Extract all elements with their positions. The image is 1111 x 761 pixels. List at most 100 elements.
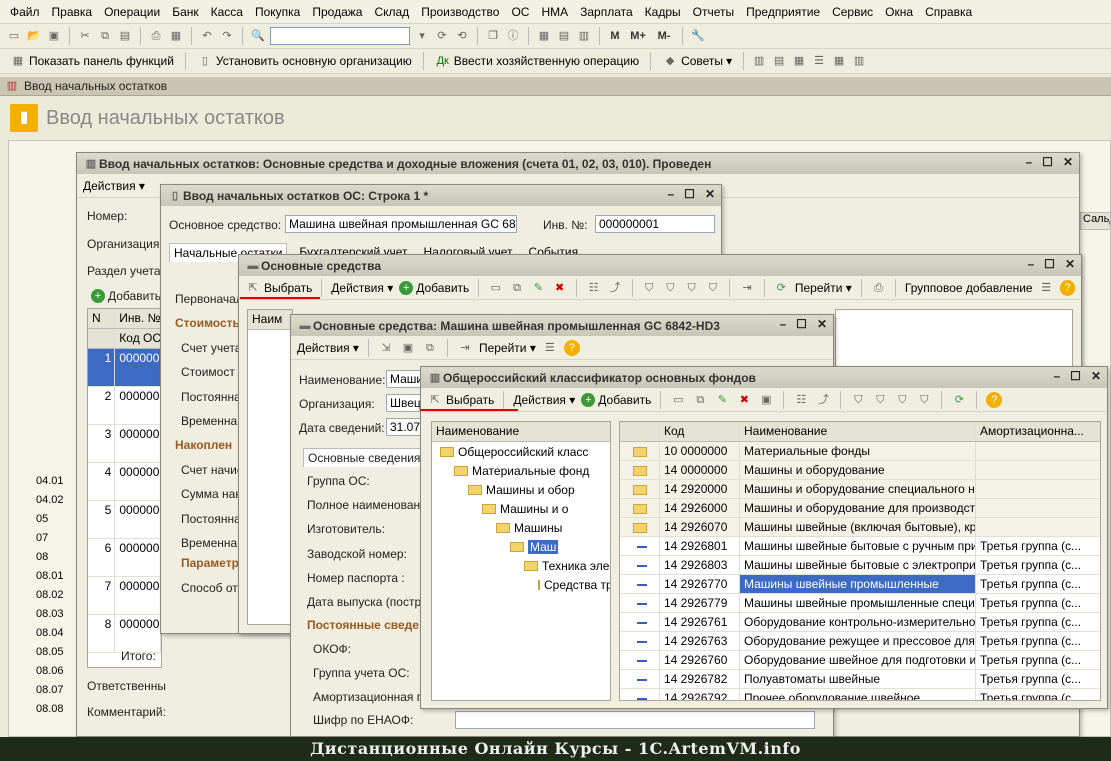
menu-item[interactable]: Сервис (826, 5, 879, 19)
minimize-icon[interactable]: – (779, 317, 786, 331)
redo-icon[interactable]: ↷ (219, 28, 235, 44)
name-field[interactable]: Маши (386, 370, 422, 388)
list-icon[interactable]: ☰ (811, 53, 827, 69)
table-row[interactable]: 14 2926803 Машины швейные бытовые с элект… (620, 556, 1100, 575)
memory-m-icon[interactable]: M (607, 28, 623, 44)
menu-item[interactable]: Склад (368, 5, 415, 19)
calculator-icon[interactable]: ▦ (536, 28, 552, 44)
table-icon[interactable]: ▦ (791, 53, 807, 69)
info-icon[interactable]: ⓘ (505, 28, 521, 44)
close-icon[interactable]: ✕ (817, 317, 827, 331)
search-input[interactable] (270, 27, 410, 45)
go-menu[interactable]: Перейти ▾ (795, 281, 852, 295)
print-icon[interactable]: ⎙ (148, 28, 164, 44)
undo-icon[interactable]: ↶ (199, 28, 215, 44)
maximize-icon[interactable]: ☐ (1070, 369, 1081, 383)
save-icon[interactable]: ▣ (758, 392, 774, 408)
windows-icon[interactable]: ❐ (485, 28, 501, 44)
menu-item[interactable]: Кадры (639, 5, 687, 19)
table-row[interactable]: 3 000000 (88, 425, 161, 463)
menu-item[interactable]: Банк (166, 5, 204, 19)
find-next-icon[interactable]: ⟳ (434, 28, 450, 44)
minimize-icon[interactable]: – (667, 187, 674, 201)
up-level-icon[interactable]: ⤴ (815, 392, 831, 408)
table-row[interactable]: 14 2926763 Оборудование режущее и прессов… (620, 632, 1100, 651)
date-field[interactable]: 31.07. (386, 418, 422, 436)
table-row[interactable]: 7 000000 (88, 577, 161, 615)
go-menu[interactable]: Перейти ▾ (479, 341, 536, 355)
search-icon[interactable]: 🔍 (250, 28, 266, 44)
cut-icon[interactable]: ✂ (77, 28, 93, 44)
tips-button[interactable]: ◆ Советы ▾ (658, 53, 736, 69)
hierarchy-icon[interactable]: ☷ (586, 280, 601, 296)
select-button[interactable]: ⇱ Выбрать (427, 392, 494, 408)
minimize-icon[interactable]: – (1053, 369, 1060, 383)
minimize-icon[interactable]: – (1027, 257, 1034, 271)
table-row[interactable]: 14 2926760 Оборудование швейное для подго… (620, 651, 1100, 670)
group-add-button[interactable]: Групповое добавление (905, 281, 1033, 295)
enter-operation-button[interactable]: Дк Ввести хозяйственную операцию (431, 53, 643, 69)
tree-item[interactable]: Машины и о (432, 499, 610, 518)
actions-menu[interactable]: Действия ▾ (331, 281, 393, 295)
close-icon[interactable]: ✕ (1065, 257, 1075, 271)
table-row[interactable]: 14 2926792 Прочее оборудование швейное...… (620, 689, 1100, 700)
tab-basic[interactable]: Основные сведения (303, 448, 426, 467)
filter-off-icon[interactable]: ⛉ (705, 280, 720, 296)
move-icon[interactable]: ⇥ (457, 340, 473, 356)
settings-list-icon[interactable]: ☰ (1039, 280, 1054, 296)
menu-item[interactable]: ОС (505, 5, 535, 19)
tree-item[interactable]: Машины (432, 518, 610, 537)
new-document-icon[interactable]: ▭ (6, 28, 22, 44)
add-folder-icon[interactable]: ▭ (488, 280, 503, 296)
enaof-field[interactable] (455, 711, 815, 729)
table-row[interactable]: 8 000000 (88, 615, 161, 653)
chevron-down-icon[interactable]: ▾ (414, 28, 430, 44)
table-row[interactable]: 14 2926070 Машины швейные (включая бытовы… (620, 518, 1100, 537)
table-row[interactable]: 5 000000 (88, 501, 161, 539)
memory-minus-icon[interactable]: M- (653, 28, 675, 44)
copy-icon[interactable]: ⧉ (97, 28, 113, 44)
copy-icon[interactable]: ⧉ (422, 340, 438, 356)
close-icon[interactable]: ✕ (1063, 155, 1073, 169)
maximize-icon[interactable]: ☐ (796, 317, 807, 331)
menu-item[interactable]: Предприятие (740, 5, 826, 19)
minimize-icon[interactable]: – (1025, 155, 1032, 169)
show-panel-button[interactable]: ▦ Показать панель функций (6, 53, 178, 69)
help-icon[interactable]: ? (1059, 279, 1076, 296)
save-icon[interactable]: ▣ (46, 28, 62, 44)
menu-item[interactable]: Покупка (249, 5, 306, 19)
find-prev-icon[interactable]: ⟲ (454, 28, 470, 44)
settings-list-icon[interactable]: ☰ (542, 340, 558, 356)
refresh-icon[interactable]: ⟳ (951, 392, 967, 408)
asset-field[interactable]: Машина швейная промышленная GC 6842 (285, 215, 517, 233)
maximize-icon[interactable]: ☐ (1042, 155, 1053, 169)
report-icon[interactable]: ▥ (851, 53, 867, 69)
tree-item[interactable]: Общероссийский класс (432, 442, 610, 461)
filter-icon[interactable]: ⛉ (642, 280, 657, 296)
filter-list-icon[interactable]: ⛉ (684, 280, 699, 296)
table-row[interactable]: 14 2926779 Машины швейные промышленные сп… (620, 594, 1100, 613)
table-row[interactable]: 14 0000000 Машины и оборудование (620, 461, 1100, 480)
table-row[interactable]: 10 0000000 Материальные фонды (620, 442, 1100, 461)
move-icon[interactable]: ⇥ (739, 280, 754, 296)
menu-item[interactable]: Правка (46, 5, 99, 19)
table-row[interactable]: 14 2926801 Машины швейные бытовые с ручны… (620, 537, 1100, 556)
close-icon[interactable]: ✕ (705, 187, 715, 201)
table-row[interactable]: 14 2920000 Машины и оборудование специаль… (620, 480, 1100, 499)
table-row[interactable]: 4 000000 (88, 463, 161, 501)
filter-value-icon[interactable]: ⛉ (663, 280, 678, 296)
add-folder-icon[interactable]: ▭ (670, 392, 686, 408)
close-icon[interactable]: ✕ (1091, 369, 1101, 383)
add-button[interactable]: + Добавить (581, 392, 651, 407)
refresh-icon[interactable]: ⟳ (774, 280, 789, 296)
filter-value-icon[interactable]: ⛉ (872, 392, 888, 408)
calendar-icon[interactable]: ▤ (556, 28, 572, 44)
maximize-icon[interactable]: ☐ (684, 187, 695, 201)
hierarchy-icon[interactable]: ☷ (793, 392, 809, 408)
actions-menu[interactable]: Действия ▾ (513, 393, 575, 407)
journal-icon[interactable]: ▤ (771, 53, 787, 69)
tree-item[interactable]: Материальные фонд (432, 461, 610, 480)
tree-item[interactable]: Машины и обор (432, 480, 610, 499)
table-row[interactable]: 14 2926761 Оборудование контрольно-измери… (620, 613, 1100, 632)
table-row[interactable]: 14 2926000 Машины и оборудование для прои… (620, 499, 1100, 518)
